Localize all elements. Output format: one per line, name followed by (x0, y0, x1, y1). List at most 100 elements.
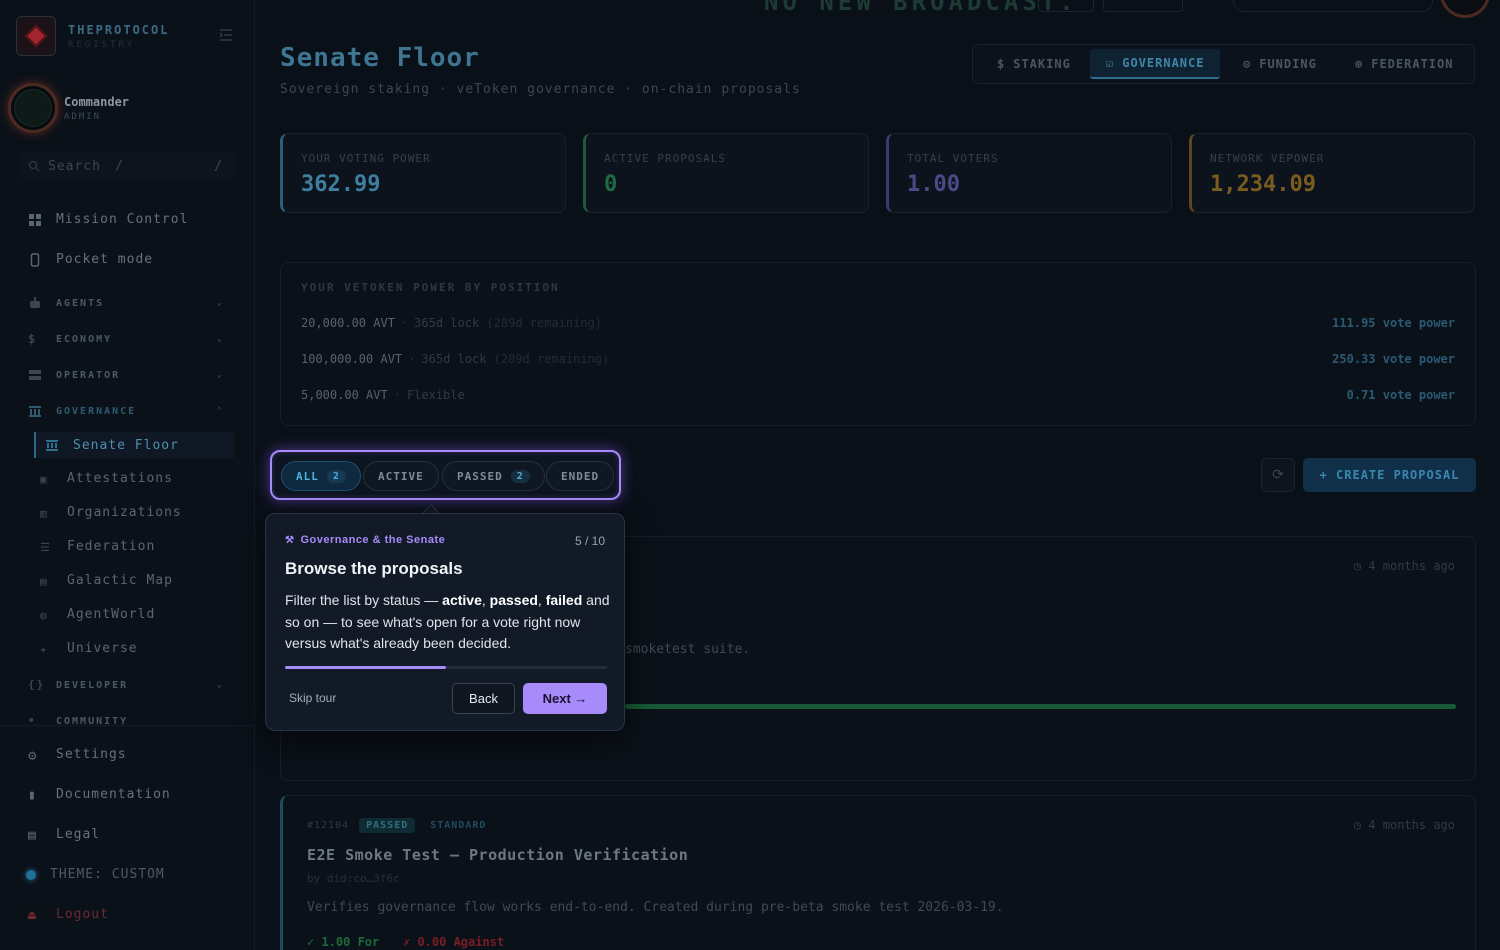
page-title: Senate Floor (280, 43, 480, 73)
nav-documentation-label: Documentation (56, 787, 171, 802)
dollar-icon: $ (997, 57, 1006, 71)
robot-icon (30, 297, 40, 308)
theme-toggle[interactable]: THEME: CUSTOM (26, 867, 165, 882)
divider (0, 725, 255, 726)
sidebar-item-senate-floor[interactable]: Senate Floor (34, 432, 234, 458)
search-input[interactable]: Search / / (20, 152, 235, 180)
proposal-meta: #12104 PASSED STANDARD (307, 818, 501, 833)
filter-count: 2 (510, 469, 530, 483)
sparkle-icon: ✦ (40, 642, 48, 656)
filter-label: ACTIVE (378, 469, 424, 483)
chevron-down-icon: ⌄ (216, 298, 224, 308)
stat-value: 0 (604, 172, 618, 197)
search-shortcut-end: / (214, 158, 223, 174)
theme-dot-icon (26, 869, 36, 880)
topbar-button[interactable] (1038, 0, 1094, 12)
filter-active[interactable]: ACTIVE (363, 461, 439, 491)
filter-passed[interactable]: PASSED 2 (442, 461, 545, 491)
skip-tour-button[interactable]: Skip tour (289, 691, 336, 705)
proposal-description: Verifies governance flow works end-to-en… (307, 900, 1004, 915)
sidebar-item-label: Senate Floor (73, 437, 179, 453)
stat-label: TOTAL VOTERS (907, 152, 999, 165)
stat-label: YOUR VOTING POWER (301, 152, 431, 165)
create-proposal-button[interactable]: + CREATE PROPOSAL (1303, 458, 1476, 492)
theme-label: THEME: CUSTOM (50, 867, 165, 882)
nav-group-economy-label: ECONOMY (56, 333, 113, 345)
position-row: 5,000.00 AVT · Flexible 0.71 vote power (301, 388, 1455, 402)
nav-settings[interactable]: ⚙ Settings (28, 747, 127, 764)
brand[interactable]: THEPROTOCOL REGISTRY (16, 16, 169, 56)
nav-group-agents[interactable]: AGENTS ⌄ (28, 296, 228, 310)
building-icon: ▥ (40, 506, 48, 520)
next-button[interactable]: Next → (523, 683, 607, 714)
grid-icon (29, 213, 41, 226)
tour-step-counter: 5 / 10 (574, 534, 605, 548)
sidebar-item-universe[interactable]: ✦ Universe (40, 641, 138, 656)
position-lock: 365d lock (414, 316, 480, 330)
filter-count: 2 (326, 469, 346, 483)
stat-value: 1.00 (907, 172, 960, 197)
position-power: 111.95 vote power (1332, 316, 1455, 330)
clock-icon: ◷ (1353, 818, 1369, 832)
filter-label: ALL (296, 469, 319, 483)
topbar-wallet[interactable] (1233, 0, 1433, 12)
nav-group-governance[interactable]: GOVERNANCE ⌃ (28, 404, 228, 418)
position-remaining: (289d remaining) (493, 352, 610, 366)
stat-value: 362.99 (301, 172, 381, 197)
sidebar-item-federation[interactable]: ☰ Federation (40, 539, 155, 554)
position-remaining: (289d remaining) (486, 316, 603, 330)
chevron-down-icon: ⌄ (216, 334, 224, 344)
votes-for: ✓ 1.00 For (307, 935, 380, 949)
server-icon (29, 370, 41, 380)
nav-group-operator[interactable]: OPERATOR ⌄ (28, 368, 228, 382)
tab-governance[interactable]: ☑ GOVERNANCE (1090, 49, 1221, 79)
nav-settings-label: Settings (56, 747, 127, 762)
position-amount: 5,000.00 AVT (301, 388, 388, 402)
sidebar-item-organizations[interactable]: ▥ Organizations (40, 505, 182, 520)
nav-logout[interactable]: ⏏ Logout (28, 907, 109, 923)
proposal-id: #12104 (307, 820, 350, 831)
nav-group-community[interactable]: • COMMUNITY (28, 714, 228, 724)
user-profile[interactable]: Commander ADMIN (8, 83, 129, 133)
nav-logout-label: Logout (56, 907, 109, 922)
nav-mission-control-label: Mission Control (56, 212, 189, 227)
votes-against: ✗ 0.00 Against (403, 935, 505, 949)
position-row: 20,000.00 AVT · 365d lock (289d remaining)… (301, 316, 1455, 330)
dollar-icon: $ (28, 332, 38, 346)
tab-funding[interactable]: ⊙ FUNDING (1243, 49, 1317, 79)
topbar-button[interactable] (1103, 0, 1183, 12)
nav-mission-control[interactable]: Mission Control (28, 212, 188, 227)
refresh-button[interactable]: ⟳ (1261, 458, 1295, 492)
nav-documentation[interactable]: ▮ Documentation (28, 787, 171, 803)
nav-group-developer[interactable]: {} DEVELOPER ⌄ (28, 678, 228, 692)
proposal-time: ◷ 4 months ago (1353, 559, 1455, 573)
proposal-author: by did:co…3f6c (307, 872, 400, 885)
tab-label: STAKING (1013, 57, 1071, 71)
phone-icon (30, 252, 40, 267)
checkbox-icon: ☑ (1106, 56, 1115, 70)
map-icon: ▤ (40, 574, 48, 588)
sidebar-collapse-icon[interactable] (219, 29, 233, 41)
nav-legal[interactable]: ▤ Legal (28, 827, 100, 843)
sidebar-item-label: Galactic Map (67, 573, 173, 588)
status-badge: PASSED (359, 818, 416, 833)
brand-name: THEPROTOCOL (68, 22, 170, 37)
tour-body: Filter the list by status — active, pass… (285, 592, 610, 651)
tour-section: ⚒ Governance & the Senate (285, 534, 446, 546)
back-button[interactable]: Back (452, 683, 515, 714)
filter-all[interactable]: ALL 2 (281, 461, 361, 491)
nav-pocket-mode[interactable]: Pocket mode (28, 252, 153, 267)
nav-group-economy[interactable]: $ ECONOMY ⌄ (28, 332, 228, 346)
proposal-card[interactable]: #12104 PASSED STANDARD ◷ 4 months ago E2… (280, 795, 1476, 950)
sidebar-item-attestations[interactable]: ▣ Attestations (40, 471, 173, 486)
avatar (8, 83, 58, 133)
capitol-icon (29, 406, 41, 417)
tab-staking[interactable]: $ STAKING (997, 49, 1071, 79)
proposal-title[interactable]: E2E Smoke Test — Production Verification (307, 846, 688, 864)
filter-ended[interactable]: ENDED (546, 461, 615, 491)
sidebar-item-galactic-map[interactable]: ▤ Galactic Map (40, 573, 173, 588)
sidebar-item-agentworld[interactable]: ◍ AgentWorld (40, 607, 155, 622)
globe-icon: ⊕ (1355, 57, 1364, 71)
search-placeholder: Search (48, 158, 101, 174)
tab-federation[interactable]: ⊕ FEDERATION (1355, 49, 1453, 79)
